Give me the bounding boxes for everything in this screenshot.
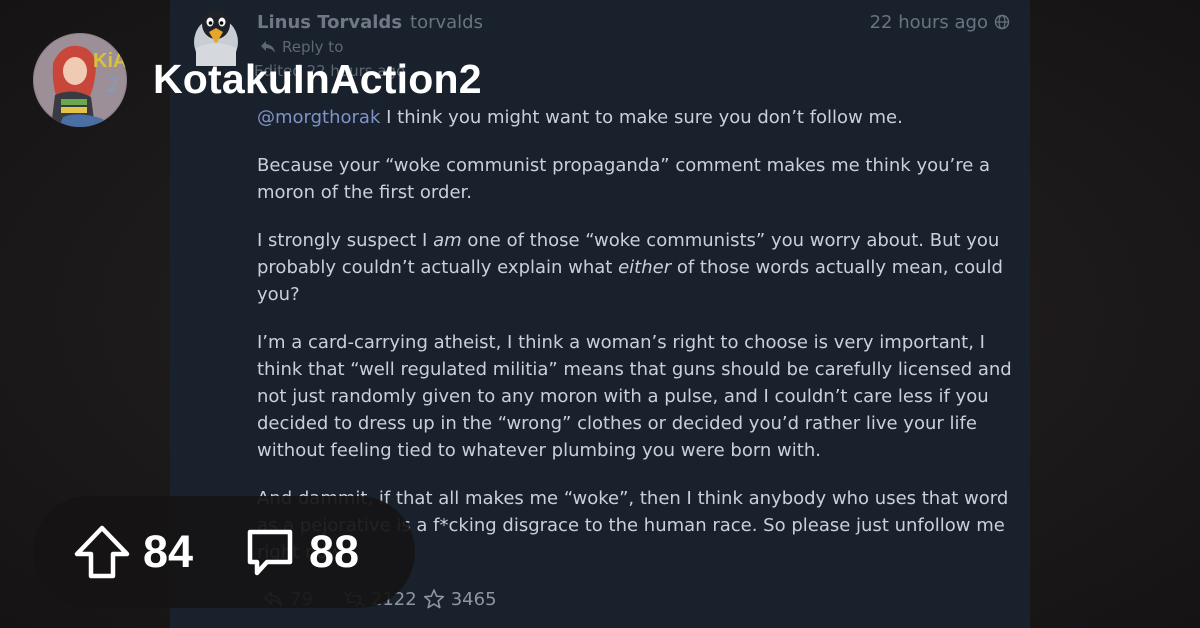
upvote-arrow-icon (74, 525, 130, 579)
author-handle[interactable]: torvalds (410, 12, 483, 33)
post-paragraph-2: Because your “woke communist propaganda”… (257, 155, 991, 203)
reply-to-label: Reply to (282, 38, 344, 56)
upvote-stat[interactable]: 84 (73, 525, 193, 579)
community-avatar[interactable]: KiA 2 (33, 33, 127, 127)
favorite-count: 3465 (450, 588, 497, 610)
upvote-count: 84 (143, 526, 194, 577)
stats-pill: 84 88 (33, 496, 415, 608)
avatar-number-text: 2 (107, 74, 117, 96)
globe-icon (994, 14, 1010, 30)
comment-bubble-icon (247, 529, 293, 576)
post-time-text: 22 hours ago (869, 11, 988, 33)
post-paragraph-1: @morgthorak I think you might want to ma… (257, 104, 1017, 131)
post-paragraph-3: I strongly suspect I am one of those “wo… (257, 227, 1017, 308)
reply-arrow-icon (261, 41, 275, 53)
favorite-count-button[interactable]: 3465 (423, 588, 497, 610)
post-paragraph-4: I’m a card-carrying atheist, I think a w… (257, 332, 1012, 461)
community-avatar-image: KiA 2 (33, 33, 127, 127)
paragraph-3-part-a: I strongly suspect I (257, 230, 434, 251)
mention-link[interactable]: @morgthorak (257, 107, 380, 128)
paragraph-3-emphasis-either: either (618, 257, 672, 278)
star-icon (423, 589, 444, 609)
post-header: Linus Torvalds torvalds 22 hours ago (257, 9, 1010, 35)
comment-stat[interactable]: 88 (245, 526, 359, 578)
community-name[interactable]: KotakuInAction2 (153, 56, 482, 103)
reply-to-indicator[interactable]: Reply to (260, 38, 343, 56)
post-timestamp[interactable]: 22 hours ago (870, 12, 1010, 33)
author-name[interactable]: Linus Torvalds (257, 12, 402, 33)
paragraph-1-text: I think you might want to make sure you … (380, 107, 903, 128)
paragraph-3-emphasis-am: am (433, 230, 462, 251)
comment-count: 88 (309, 526, 360, 577)
